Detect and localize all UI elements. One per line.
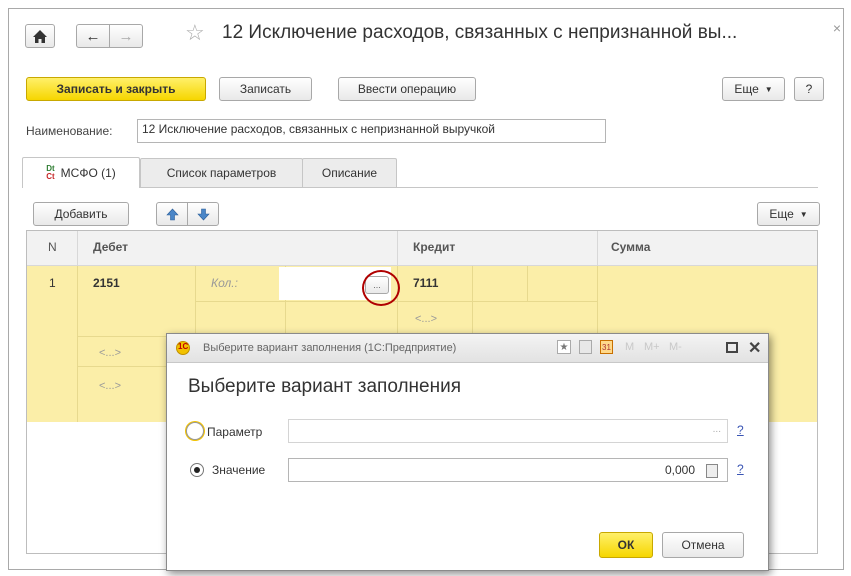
parameter-label: Параметр — [207, 425, 263, 439]
memory-m-icon[interactable]: M — [625, 341, 634, 353]
dialog-heading: Выберите вариант заполнения — [188, 376, 462, 397]
credit-account[interactable]: 7111 — [413, 276, 438, 290]
debit-account[interactable]: 2151 — [93, 276, 120, 290]
quantity-label: Кол.: — [211, 276, 238, 290]
arrow-up-icon — [165, 208, 179, 220]
name-label: Наименование: — [26, 124, 113, 138]
cancel-button[interactable]: Отмена — [662, 532, 744, 558]
row-number: 1 — [49, 276, 56, 290]
col-n: N — [48, 240, 57, 254]
col-credit: Кредит — [413, 240, 456, 254]
tab-msfo[interactable]: Dt Ct МСФО (1) — [22, 157, 140, 188]
value-help-link[interactable]: ? — [737, 462, 744, 476]
fill-option-dialog: 1C Выберите вариант заполнения (1С:Предп… — [166, 333, 769, 571]
app-logo-icon: 1C — [176, 341, 190, 355]
parameter-ellipsis-icon[interactable]: ... — [713, 424, 721, 435]
home-button[interactable] — [25, 24, 55, 48]
calculator-icon[interactable] — [579, 340, 592, 354]
table-more-button[interactable]: Еще ▼ — [757, 202, 820, 226]
favorite-star-icon[interactable]: ☆ — [185, 20, 205, 46]
col-amount: Сумма — [611, 240, 651, 254]
maximize-icon[interactable] — [726, 342, 738, 353]
dialog-title: Выберите вариант заполнения (1С:Предприя… — [203, 342, 457, 354]
home-icon — [33, 29, 47, 43]
calendar-icon[interactable]: 31 — [600, 340, 613, 354]
credit-subconto-placeholder[interactable]: <...> — [415, 313, 437, 325]
favorite-icon[interactable]: ★ — [557, 340, 571, 354]
back-arrow-icon: ← — [85, 27, 101, 45]
ok-button[interactable]: ОК — [599, 532, 653, 558]
more-button[interactable]: Еще ▼ — [722, 77, 785, 101]
parameter-radio[interactable] — [186, 422, 204, 440]
debit-subconto-placeholder-2[interactable]: <...> — [99, 380, 121, 392]
window-title: 12 Исключение расходов, связанных с непр… — [222, 22, 738, 43]
chevron-down-icon: ▼ — [764, 84, 773, 94]
name-field[interactable]: 12 Исключение расходов, связанных с непр… — [137, 119, 606, 143]
more-label: Еще — [734, 82, 759, 96]
enter-operation-button[interactable]: Ввести операцию — [338, 77, 476, 101]
add-button[interactable]: Добавить — [33, 202, 129, 226]
tab-description[interactable]: Описание — [302, 158, 397, 187]
debit-subconto-placeholder-1[interactable]: <...> — [99, 347, 121, 359]
table-more-label: Еще — [769, 207, 794, 221]
value-text: 0,000 — [664, 463, 695, 477]
dialog-titlebar: 1C Выберите вариант заполнения (1С:Предп… — [167, 334, 768, 363]
dialog-close-icon[interactable]: ✕ — [748, 338, 761, 358]
parameter-field[interactable]: ... — [288, 419, 728, 443]
value-field[interactable]: 0,000 — [288, 458, 728, 482]
memory-minus-icon[interactable]: M- — [669, 341, 682, 353]
close-icon[interactable]: × — [833, 20, 841, 36]
arrow-down-icon — [196, 208, 210, 220]
col-debit: Дебет — [93, 240, 129, 254]
forward-arrow-icon: → — [118, 27, 134, 45]
help-button[interactable]: ? — [794, 77, 824, 101]
tab-strip-line — [26, 187, 818, 188]
tab-msfo-label: МСФО (1) — [60, 166, 116, 180]
back-button[interactable]: ← — [76, 24, 110, 48]
highlight-circle — [362, 270, 400, 306]
tab-parameters[interactable]: Список параметров — [140, 158, 303, 187]
chevron-down-icon: ▼ — [799, 209, 808, 219]
value-radio[interactable] — [190, 463, 204, 477]
memory-plus-icon[interactable]: M+ — [644, 341, 660, 353]
forward-button[interactable]: → — [109, 24, 143, 48]
table-header: N Дебет Кредит Сумма — [27, 231, 817, 266]
dt-ct-icon: Dt Ct — [46, 164, 55, 181]
move-up-button[interactable] — [156, 202, 188, 226]
calculator-button-icon[interactable] — [706, 464, 718, 478]
move-down-button[interactable] — [187, 202, 219, 226]
parameter-help-link[interactable]: ? — [737, 423, 744, 437]
save-button[interactable]: Записать — [219, 77, 312, 101]
value-label: Значение — [212, 463, 266, 477]
save-and-close-button[interactable]: Записать и закрыть — [26, 77, 206, 101]
